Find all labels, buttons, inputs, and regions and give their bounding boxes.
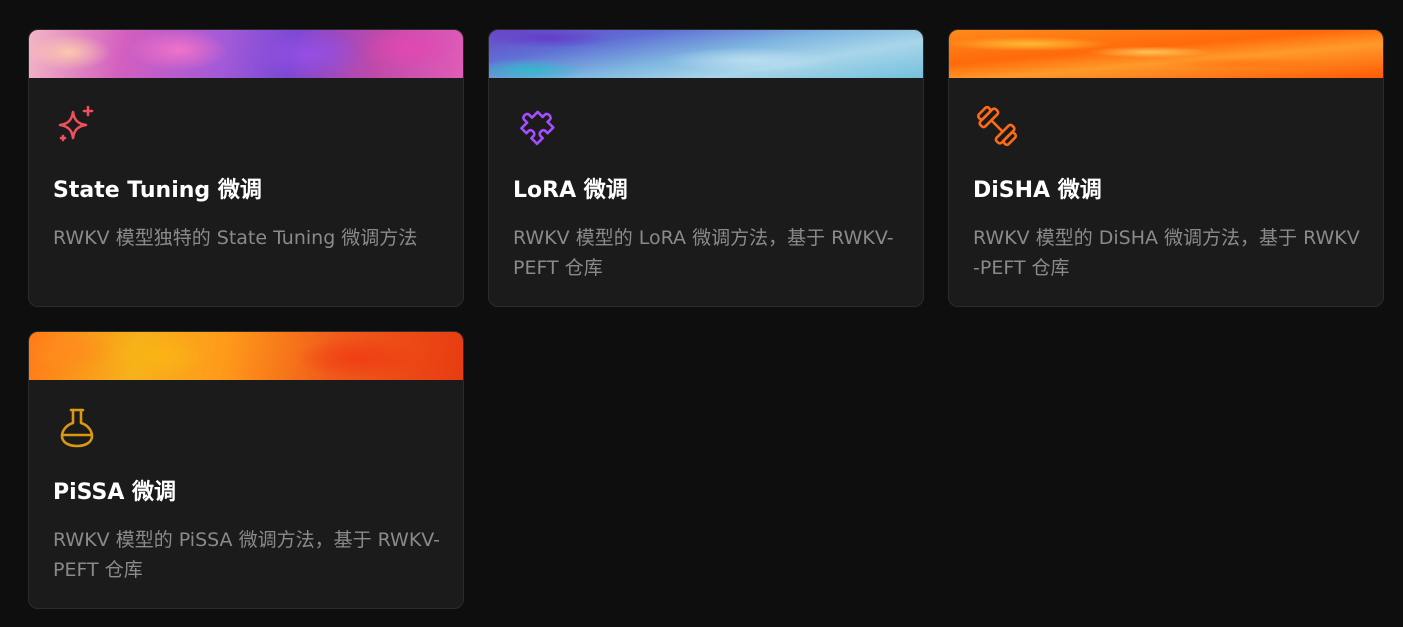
card-pissa[interactable]: PiSSA 微调 RWKV 模型的 PiSSA 微调方法，基于 RWKV-PEF… [28,331,464,609]
flask-icon [53,404,101,452]
card-banner-image [489,30,923,78]
dumbbell-icon [973,102,1021,150]
card-description: RWKV 模型的 DiSHA 微调方法，基于 RWKV-PEFT 仓库 [973,227,1360,279]
card-description: RWKV 模型独特的 State Tuning 微调方法 [53,227,418,249]
card-description: RWKV 模型的 LoRA 微调方法，基于 RWKV-PEFT 仓库 [513,227,894,279]
card-title: PiSSA 微调 [53,480,177,505]
card-description: RWKV 模型的 PiSSA 微调方法，基于 RWKV-PEFT 仓库 [53,529,441,581]
sparkles-icon [53,102,101,150]
card-lora[interactable]: LoRA 微调 RWKV 模型的 LoRA 微调方法，基于 RWKV-PEFT … [488,29,924,307]
card-state-tuning[interactable]: State Tuning 微调 RWKV 模型独特的 State Tuning … [28,29,464,307]
finetune-method-grid: State Tuning 微调 RWKV 模型独特的 State Tuning … [28,29,1384,609]
card-banner-image [949,30,1383,78]
card-title: LoRA 微调 [513,178,628,203]
card-title: DiSHA 微调 [973,178,1102,203]
card-banner-image [29,332,463,380]
card-disha[interactable]: DiSHA 微调 RWKV 模型的 DiSHA 微调方法，基于 RWKV-PEF… [948,29,1384,307]
card-title: State Tuning 微调 [53,178,262,203]
card-banner-image [29,30,463,78]
puzzle-icon [513,102,561,150]
